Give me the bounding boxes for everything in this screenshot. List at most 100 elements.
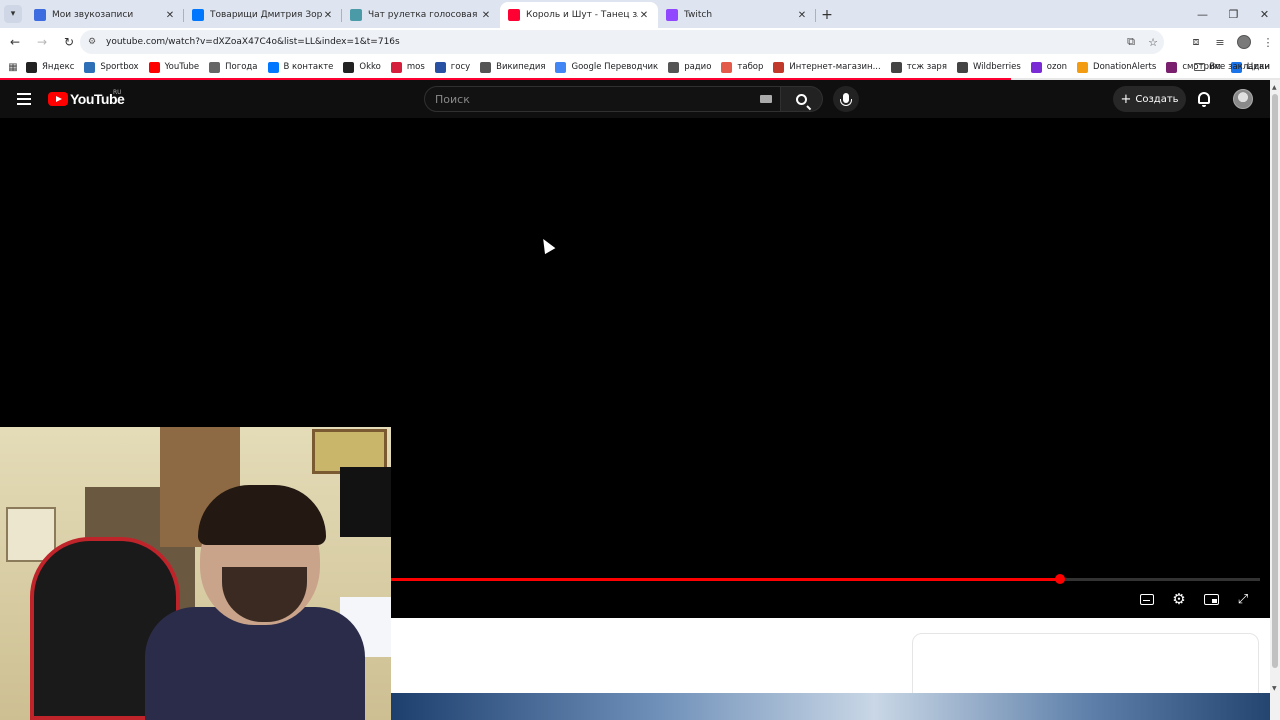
bookmark-item[interactable]: Sportbox bbox=[84, 61, 139, 73]
browser-toolbar: ← → ↻ ⚙ youtube.com/watch?v=dXZoaX47C4o&… bbox=[0, 28, 1280, 56]
bookmark-favicon-icon bbox=[956, 61, 968, 73]
bookmark-label: В контакте bbox=[283, 62, 334, 72]
tab-close-icon[interactable]: ✕ bbox=[164, 10, 176, 21]
bookmark-favicon-icon bbox=[773, 61, 785, 73]
bookmark-item[interactable]: Google Переводчик bbox=[555, 61, 659, 73]
bookmark-item[interactable]: Wildberries bbox=[956, 61, 1021, 73]
bookmark-item[interactable]: радио bbox=[668, 61, 712, 73]
youtube-masthead: YouTube RU Поиск + Создать bbox=[0, 80, 1270, 118]
bookmark-favicon-icon bbox=[148, 61, 160, 73]
fullscreen-button[interactable]: ⤢ bbox=[1233, 590, 1253, 608]
tab-close-icon[interactable]: ✕ bbox=[322, 10, 334, 21]
tab-strip: ▾ Мои звукозаписи✕Товарищи Дмитрия Зорин… bbox=[0, 0, 1280, 28]
account-avatar[interactable] bbox=[1233, 89, 1253, 109]
video-progress-bar[interactable] bbox=[391, 574, 1260, 584]
subtitles-button[interactable] bbox=[1137, 590, 1157, 608]
notifications-bell-icon[interactable] bbox=[1198, 92, 1210, 107]
all-bookmarks-button[interactable]: Все закладки bbox=[1193, 56, 1270, 78]
search-button[interactable] bbox=[781, 86, 823, 112]
minimize-button[interactable]: — bbox=[1187, 0, 1218, 28]
bookmark-favicon-icon bbox=[26, 61, 37, 73]
bookmark-item[interactable]: Okko bbox=[343, 61, 381, 73]
bookmark-label: mos bbox=[406, 62, 425, 72]
bookmark-item[interactable]: Интернет-магазин... bbox=[773, 61, 881, 73]
toolbar-actions: ⧈ ≡ ⋮ bbox=[1184, 30, 1280, 54]
miniplayer-button[interactable] bbox=[1201, 590, 1221, 608]
bookmark-label: DonationAlerts bbox=[1093, 62, 1157, 72]
keyboard-icon[interactable] bbox=[760, 95, 772, 103]
install-app-icon[interactable]: ⧉ bbox=[1120, 35, 1142, 49]
extensions-icon[interactable]: ⧈ bbox=[1184, 35, 1208, 49]
tab-search-menu[interactable]: ▾ bbox=[0, 0, 26, 28]
bookmark-label: YouTube bbox=[164, 62, 200, 72]
browser-tab[interactable]: Мои звукозаписи ✕ bbox=[26, 2, 184, 28]
search-icon bbox=[796, 93, 807, 105]
tab-close-icon[interactable]: ✕ bbox=[638, 10, 650, 21]
region-code: RU bbox=[113, 89, 122, 96]
voice-search-button[interactable] bbox=[833, 86, 859, 112]
apps-grid-icon[interactable]: ▦ bbox=[0, 62, 26, 73]
restore-button[interactable]: ❐ bbox=[1218, 0, 1249, 28]
tab-title: Товарищи Дмитрия Зорина – bbox=[210, 10, 322, 20]
bookmark-item[interactable]: Википедия bbox=[480, 61, 546, 73]
bookmark-item[interactable]: табор bbox=[721, 61, 763, 73]
profile-button[interactable] bbox=[1232, 35, 1256, 49]
tab-favicon-icon bbox=[350, 9, 362, 21]
channel-banner-image[interactable] bbox=[391, 693, 1270, 720]
tab-favicon-icon bbox=[192, 9, 204, 21]
bookmark-label: Википедия bbox=[496, 62, 546, 72]
site-info-icon[interactable]: ⚙ bbox=[88, 37, 102, 47]
bookmark-label: Wildberries bbox=[972, 62, 1021, 72]
window-controls: — ❐ ✕ bbox=[1187, 0, 1280, 28]
bookmark-item[interactable]: тсж заря bbox=[890, 61, 947, 73]
create-button[interactable]: + Создать bbox=[1113, 86, 1186, 112]
scroll-up-arrow-icon[interactable]: ▲ bbox=[1272, 84, 1277, 91]
page-scrollbar[interactable]: ▲ ▼ bbox=[1270, 80, 1280, 720]
browser-menu-icon[interactable]: ⋮ bbox=[1256, 36, 1280, 49]
close-window-button[interactable]: ✕ bbox=[1249, 0, 1280, 28]
browser-tab[interactable]: Чат рулетка голосовая — Nek✕ bbox=[342, 2, 500, 28]
bookmark-item[interactable]: В контакте bbox=[267, 61, 334, 73]
bookmark-favicon-icon bbox=[434, 61, 446, 73]
bookmark-item[interactable]: Яндекс bbox=[26, 61, 74, 73]
scrollbar-thumb[interactable] bbox=[1272, 94, 1278, 668]
bookmark-favicon-icon bbox=[1077, 61, 1089, 73]
tab-close-icon[interactable]: ✕ bbox=[796, 10, 808, 21]
browser-tab[interactable]: Король и Шут - Танец злобно✕ bbox=[500, 2, 658, 28]
bookmark-label: Google Переводчик bbox=[571, 62, 659, 72]
tab-close-icon[interactable]: ✕ bbox=[480, 10, 492, 21]
bookmark-item[interactable]: ozon bbox=[1030, 61, 1067, 73]
url-text: youtube.com/watch?v=dXZoaX47C4o&list=LL&… bbox=[106, 37, 400, 47]
media-controls-icon[interactable]: ≡ bbox=[1208, 36, 1232, 49]
settings-button[interactable]: ⚙ bbox=[1169, 590, 1189, 608]
bookmark-label: Okko bbox=[359, 62, 381, 72]
bookmark-label: Интернет-магазин... bbox=[789, 62, 881, 72]
menu-icon[interactable] bbox=[17, 93, 31, 105]
bookmark-item[interactable]: госу bbox=[434, 61, 471, 73]
bookmark-item[interactable]: mos bbox=[390, 61, 425, 73]
back-button[interactable]: ← bbox=[3, 30, 27, 54]
tab-title: Мои звукозаписи bbox=[52, 10, 134, 20]
bookmark-favicon-icon bbox=[390, 61, 402, 73]
tab-favicon-icon bbox=[508, 9, 520, 21]
bookmarks-bar: ▦ Яндекс Sportbox YouTube Погода В контакте O… bbox=[0, 56, 1280, 78]
bookmark-label: госу bbox=[450, 62, 471, 72]
folder-icon bbox=[1193, 63, 1205, 71]
bookmark-item[interactable]: YouTube bbox=[148, 61, 200, 73]
address-bar[interactable]: ⚙ youtube.com/watch?v=dXZoaX47C4o&list=L… bbox=[80, 30, 1164, 54]
forward-button[interactable]: → bbox=[30, 30, 54, 54]
browser-tab[interactable]: Товарищи Дмитрия Зорина – ✕ bbox=[184, 2, 342, 28]
search-input[interactable]: Поиск bbox=[424, 86, 781, 112]
bookmark-label: радио bbox=[684, 62, 712, 72]
bookmark-favicon-icon bbox=[343, 61, 355, 73]
reload-button[interactable]: ↻ bbox=[57, 30, 81, 54]
bookmark-item[interactable]: DonationAlerts bbox=[1077, 61, 1157, 73]
bookmark-item[interactable]: Погода bbox=[209, 61, 258, 73]
profile-avatar bbox=[1237, 35, 1251, 49]
bookmark-favicon-icon bbox=[84, 61, 96, 73]
browser-tab[interactable]: Twitch ✕ bbox=[658, 2, 816, 28]
bookmark-star-icon[interactable]: ☆ bbox=[1142, 36, 1164, 49]
new-tab-button[interactable]: + bbox=[816, 2, 838, 28]
scroll-down-arrow-icon[interactable]: ▼ bbox=[1272, 685, 1277, 692]
create-label: Создать bbox=[1135, 93, 1179, 105]
